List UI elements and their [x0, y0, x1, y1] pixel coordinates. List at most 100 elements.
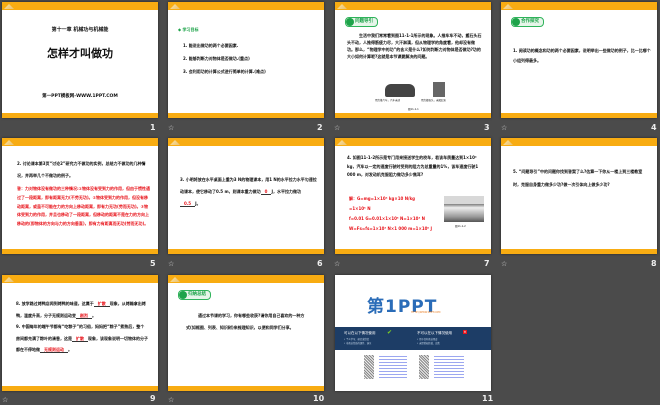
section-badge: 问题导引: [345, 17, 378, 27]
solution-line: f=0.01 G=0.01×1×10⁵ N=1×10³ N: [349, 216, 425, 221]
transition-star-icon[interactable]: ☆: [334, 124, 340, 132]
transition-star-icon[interactable]: ☆: [2, 396, 8, 404]
car-push-illustration: [385, 84, 415, 97]
slide-footer-bar: [2, 113, 158, 118]
question-part: 8. 放学路过烤鸭店闻到烤鸭的味道，这属于: [16, 301, 94, 306]
question-part: J。: [195, 201, 201, 206]
transition-star-icon[interactable]: ☆: [168, 260, 174, 268]
task-text: 1. 阅读功的概念和功的两个必要因素，说明举出一些做功的例子，比一比哪个小组列得…: [513, 48, 651, 63]
slide-footer-bar: [168, 386, 324, 391]
rock-lift-illustration: [433, 82, 445, 97]
slide-thumbnail-5[interactable]: 2. 讨论课本第3页“讨论2”研究力不做功的实例，总结力不做功的几种情况，并再举…: [2, 138, 158, 254]
slide-footer-bar: [168, 113, 324, 118]
slide-header-bar: [2, 138, 158, 146]
cannot-use-heading: 不可以在以下情况使用: [417, 331, 452, 335]
intro-paragraph: 生活中我们常常看到图11-1-1所示的现象。人推车车不动，搬石头石头不动，人推得…: [347, 33, 482, 59]
slide-thumbnail-6[interactable]: 3. 小明将放在水平桌面上重为3 N的物理课本，用1 N的水平拉力水平匀速拉动课…: [168, 138, 324, 254]
slide-number: 3: [484, 123, 490, 132]
question-text: 4. 如图11-1-2所示是专门用来接送学生的校车，若该车质量达到1×10⁴ k…: [347, 155, 479, 177]
slide-header-bar: [501, 138, 657, 146]
slide-header-bar: [335, 138, 491, 146]
slide-header-bar: [501, 2, 657, 10]
slide-number: 2: [317, 123, 323, 132]
objective-item: 3. 会利用功的计算公式进行简单的计算.(难点): [183, 69, 266, 74]
links-left[interactable]: [379, 356, 407, 378]
objective-item: 1. 能说出做功的两个必要因素.: [183, 43, 239, 48]
slide-number: 4: [651, 123, 657, 132]
answer-blank: 0: [260, 189, 272, 195]
slide-header-bar: [168, 275, 324, 283]
solution-line: W=Fs=fs=1×10³ N×1 000 m=1×10⁶ J: [349, 226, 433, 231]
slide-footer-bar: [501, 249, 657, 254]
question-text: 5. “问题导引”中的问题你找到答案了么?估算一下你从一楼上到三楼教室时，克服自…: [513, 169, 643, 187]
slide-header-bar: [2, 275, 158, 283]
slide-thumbnail-9[interactable]: 8. 放学路过烤鸭店闻到烤鸭的味道，这属于 扩散 现象，从烤箱拿出烤鸭，温度升高，分…: [2, 275, 158, 391]
answer-blank: 扩散: [93, 301, 110, 307]
slide-number: 1: [150, 123, 156, 132]
slide-number: 11: [482, 394, 494, 403]
slide-number: 5: [150, 259, 156, 268]
slide-header-bar: [335, 2, 491, 10]
slide-footer-bar: [168, 249, 324, 254]
qr-codes-left: [364, 355, 374, 379]
slide-footer-bar: [2, 249, 158, 254]
answer-text: 答：力对物体没有做功的三种情况:①物体没有受到力的作用，但由于惯性通过了一段距离…: [17, 186, 150, 227]
slide-thumbnail-3[interactable]: 问题导引 生活中我们常常看到图11-1-1所示的现象。人推车车不动，搬石头石头不…: [335, 2, 491, 118]
can-use-item: • 非商业性质的课件、演示: [344, 342, 372, 345]
usage-banner: 可以在以下情况使用 ✔ • 个人学习、研究或欣赏 • 非商业性质的课件、演示 不…: [335, 327, 491, 350]
figure-caption: 用力推汽车，汽车未动: [375, 99, 401, 102]
solution-line: 解：G=mg=1×10⁴ kg×10 N/kg: [349, 196, 416, 201]
slide-number: 8: [651, 259, 657, 268]
answer-blank: 剧烈: [76, 312, 92, 319]
qr-codes-right: [419, 355, 429, 379]
question-text: 8. 放学路过烤鸭店闻到烤鸭的味道，这属于 扩散 现象，从烤箱拿出烤鸭，温度升高，分…: [16, 298, 148, 356]
section-badge: 合作探究: [511, 17, 544, 27]
section-badge: 归纳总结: [178, 290, 211, 300]
check-icon: ✔: [387, 329, 393, 336]
question-part: 。: [92, 312, 96, 318]
slide-thumbnail-10[interactable]: 归纳总结 通过本节课的学习，你有哪些收获?请你用自己喜欢的一种方式(如框图、列表…: [168, 275, 324, 391]
answer-blank: 无规则运动: [40, 347, 68, 353]
slide-thumbnail-11[interactable]: 第1PPT HTTP://WWW.1PPT.COM 可以在以下情况使用 ✔ • …: [335, 275, 491, 391]
question-text: 3. 小明将放在水平桌面上重为3 N的物理课本，用1 N的水平拉力水平匀速拉动课…: [180, 174, 318, 210]
question-part: 。: [68, 347, 72, 352]
slide-thumbnail-1[interactable]: 第十一章 机械功与机械能 怎样才叫做功 第一PPT模板网-WWW.1PPT.CO…: [2, 2, 158, 118]
transition-star-icon[interactable]: ☆: [334, 260, 340, 268]
transition-star-icon[interactable]: ☆: [168, 124, 174, 132]
slide-title: 怎样才叫做功: [47, 47, 113, 60]
transition-star-icon[interactable]: ☆: [501, 260, 507, 268]
slide-footer-bar: [2, 386, 158, 391]
slide-number: 9: [150, 394, 156, 403]
section-heading: ◆ 学习目标: [178, 27, 199, 32]
slide-number: 10: [313, 394, 325, 403]
school-bus-photo: [444, 196, 484, 222]
summary-text: 通过本节课的学习，你有哪些收获?请你用自己喜欢的一种方式(如框图、列表、知识树)…: [186, 313, 305, 330]
question-text: 2. 讨论课本第3页“讨论2”研究力不做功的实例，总结力不做功的几种情况，并再举…: [17, 161, 146, 178]
slide-thumbnail-8[interactable]: 5. “问题导引”中的问题你找到答案了么?估算一下你从一楼上到三楼教室时，克服自…: [501, 138, 657, 254]
slide-thumbnail-4[interactable]: 合作探究 1. 阅读功的概念和功的两个必要因素，说明举出一些做功的例子，比一比哪…: [501, 2, 657, 118]
objective-item: 2. 能够判断力对物体是否做功.(重点): [183, 56, 250, 61]
slide-footer: 第一PPT模板网-WWW.1PPT.COM: [42, 94, 118, 99]
chapter-title: 第十一章 机械功与机械能: [51, 27, 109, 33]
figure-label: 图11-1-2: [455, 225, 466, 228]
slide-header-bar: [168, 138, 324, 146]
transition-star-icon[interactable]: ☆: [168, 396, 174, 404]
answer-blank: 扩散: [72, 335, 88, 342]
figure-label: 图11-1-1: [408, 108, 419, 111]
brand-url: HTTP://WWW.1PPT.COM: [411, 311, 441, 314]
transition-star-icon[interactable]: ☆: [501, 124, 507, 132]
slide-thumbnail-2[interactable]: ◆ 学习目标 1. 能说出做功的两个必要因素. 2. 能够判断力对物体是否做功.…: [168, 2, 324, 118]
slide-thumbnail-7[interactable]: 4. 如图11-1-2所示是专门用来接送学生的校车，若该车质量达到1×10⁴ k…: [335, 138, 491, 254]
slide-footer-bar: [335, 113, 491, 118]
slide-header-bar: [168, 2, 324, 10]
question-part: J，水平拉力做功: [271, 189, 301, 194]
links-right[interactable]: [434, 356, 464, 378]
can-use-heading: 可以在以下情况使用: [344, 331, 376, 335]
slide-footer-bar: [335, 249, 491, 254]
answer-blank: 0.5: [180, 201, 196, 207]
slide-header-bar: [2, 2, 158, 10]
slide-footer-bar: [501, 113, 657, 118]
slide-number: 6: [317, 259, 323, 268]
cross-icon: ✕: [463, 330, 467, 334]
slide-number: 7: [484, 259, 490, 268]
